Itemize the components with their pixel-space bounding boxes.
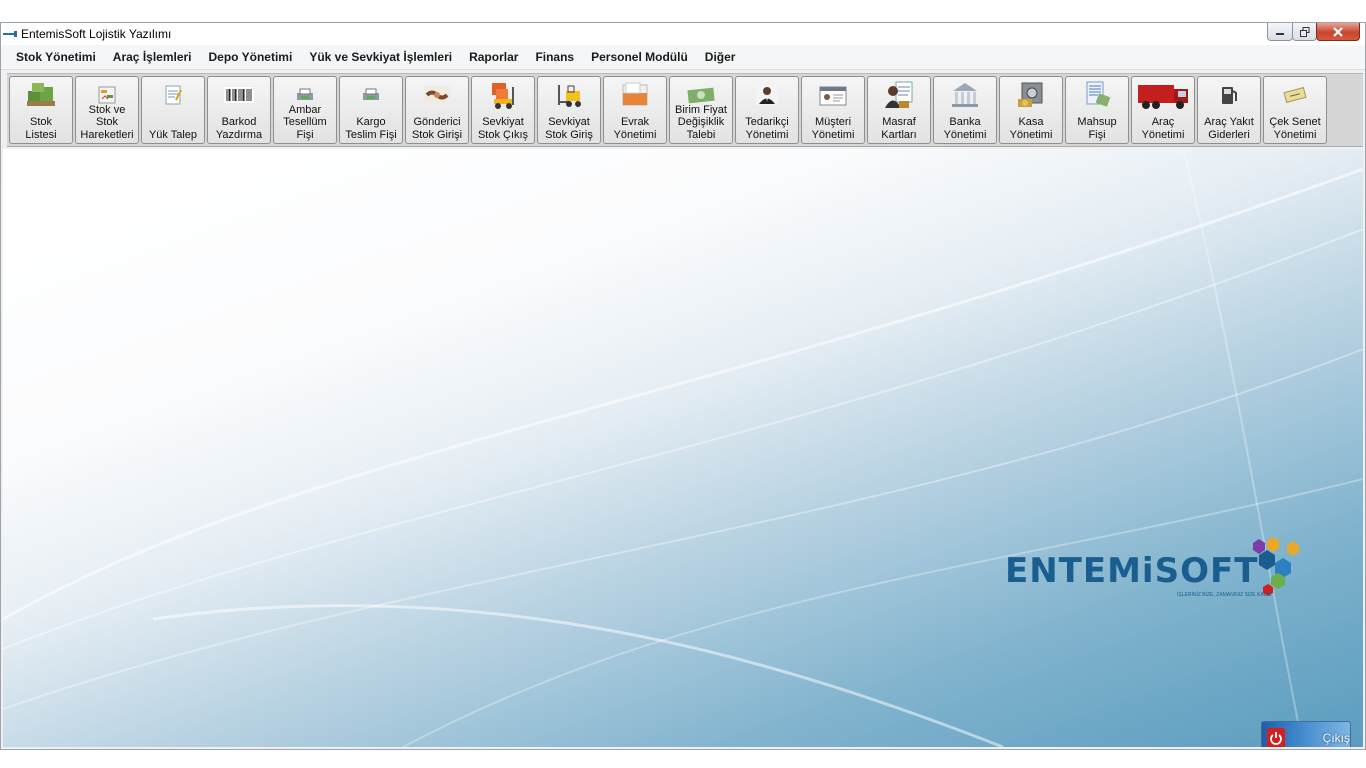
minimize-icon	[1276, 32, 1284, 35]
tedarikci-yonetimi-button[interactable]: Tedarikçi Yönetimi	[735, 76, 799, 144]
gonderici-stok-girisi-button[interactable]: Gönderici Stok Girişi	[405, 76, 469, 144]
toolbar-label: Banka Yönetimi	[943, 116, 987, 141]
masraf-kartlari-button[interactable]: Masraf Kartları	[867, 76, 931, 144]
voucher-icon	[1082, 79, 1112, 111]
toolbar-label: Sevkiyat Stok Giriş	[545, 116, 593, 141]
menu-arac-islemleri[interactable]: Araç İşlemleri	[105, 50, 201, 64]
truck-icon	[1134, 79, 1192, 111]
kasa-yonetimi-button[interactable]: Kasa Yönetimi	[999, 76, 1063, 144]
fuel-pump-icon	[1219, 79, 1239, 111]
main-content-area: ENTEMiSOFT İŞLERİNİZ BİZE, ZAMANINIZ SİZ…	[3, 149, 1363, 747]
menu-finans[interactable]: Finans	[527, 50, 583, 64]
menu-personel-modulu[interactable]: Personel Modülü	[583, 50, 697, 64]
menu-bar: Stok Yönetimi Araç İşlemleri Depo Yöneti…	[1, 45, 1365, 70]
barkod-yazdirma-button[interactable]: Barkod Yazdırma	[207, 76, 271, 144]
printer-icon	[362, 79, 380, 111]
supplier-icon	[756, 79, 778, 111]
document-icon	[620, 79, 650, 111]
menu-yuk-sevkiyat[interactable]: Yük ve Sevkiyat İşlemleri	[301, 50, 461, 64]
boxes-icon	[26, 79, 56, 111]
close-icon	[1333, 26, 1343, 37]
main-window: EntemisSoft Lojistik Yazılımı Stok Yönet…	[0, 22, 1366, 750]
kargo-teslim-fisi-button[interactable]: Kargo Teslim Fişi	[339, 76, 403, 144]
toolbar-label: Kasa Yönetimi	[1009, 116, 1053, 141]
exit-label: Çıkış	[1322, 731, 1350, 745]
logo-tagline: İŞLERİNİZ BİZE, ZAMANINIZ SİZE KALIR	[1177, 592, 1272, 598]
request-note-icon	[162, 79, 184, 111]
toolbar-label: Araç Yönetimi	[1141, 116, 1185, 141]
window-controls	[1267, 23, 1360, 41]
menu-diger[interactable]: Diğer	[697, 50, 745, 64]
restore-icon	[1299, 26, 1309, 37]
toolbar-label: Stok ve Stok Hareketleri	[80, 103, 134, 141]
arac-yonetimi-button[interactable]: Araç Yönetimi	[1131, 76, 1195, 144]
exit-button[interactable]: Çıkış	[1261, 721, 1351, 747]
forklift-boxes-icon	[488, 79, 518, 111]
company-logo: ENTEMiSOFT İŞLERİNİZ BİZE, ZAMANINIZ SİZ…	[1005, 537, 1305, 611]
sevkiyat-stok-giris-button[interactable]: Sevkiyat Stok Giriş	[537, 76, 601, 144]
minimize-button[interactable]	[1267, 23, 1293, 41]
window-title: EntemisSoft Lojistik Yazılımı	[21, 27, 172, 41]
toolbar-label: Yük Talep	[148, 128, 198, 141]
musteri-yonetimi-button[interactable]: Müşteri Yönetimi	[801, 76, 865, 144]
close-button[interactable]	[1316, 23, 1360, 41]
menu-raporlar[interactable]: Raporlar	[461, 50, 527, 64]
toolbar-label: Tedarikçi Yönetimi	[745, 116, 789, 141]
toolbar-label: Kargo Teslim Fişi	[345, 116, 397, 141]
toolbar-label: Ambar Tesellüm Fişi	[283, 103, 327, 141]
mahsup-fisi-button[interactable]: Mahsup Fişi	[1065, 76, 1129, 144]
toolbar-label: Evrak Yönetimi	[613, 116, 657, 141]
background-waves	[3, 149, 1363, 747]
arac-yakit-giderleri-button[interactable]: Araç Yakıt Giderleri	[1197, 76, 1261, 144]
bank-icon	[950, 79, 980, 111]
logo-text: ENTEMiSOFT	[1005, 551, 1259, 591]
toolbar: Stok Listesi Stok ve Stok Hareketleri Yü…	[7, 73, 1363, 147]
yuk-talep-button[interactable]: Yük Talep	[141, 76, 205, 144]
banka-yonetimi-button[interactable]: Banka Yönetimi	[933, 76, 997, 144]
power-icon	[1267, 728, 1285, 747]
expense-card-icon	[884, 79, 914, 111]
toolbar-label: Sevkiyat Stok Çıkış	[477, 116, 529, 141]
menu-stok-yonetimi[interactable]: Stok Yönetimi	[8, 50, 105, 64]
safe-icon	[1016, 79, 1046, 111]
handshake-icon	[424, 79, 450, 111]
cek-senet-yonetimi-button[interactable]: Çek Senet Yönetimi	[1263, 76, 1327, 144]
app-icon	[3, 31, 17, 37]
stok-listesi-button[interactable]: Stok Listesi	[9, 76, 73, 144]
toolbar-label: Stok Listesi	[25, 116, 57, 141]
sevkiyat-stok-cikis-button[interactable]: Sevkiyat Stok Çıkış	[471, 76, 535, 144]
restore-button[interactable]	[1292, 23, 1317, 41]
barcode-icon	[224, 79, 254, 111]
title-bar: EntemisSoft Lojistik Yazılımı	[1, 23, 1365, 45]
stok-hareketleri-button[interactable]: Stok ve Stok Hareketleri	[75, 76, 139, 144]
toolbar-label: Araç Yakıt Giderleri	[1204, 116, 1254, 141]
toolbar-label: Birim Fiyat Değişiklik Talebi	[675, 103, 727, 141]
toolbar-label: Barkod Yazdırma	[215, 116, 263, 141]
cheque-icon	[1283, 79, 1307, 111]
birim-fiyat-button[interactable]: Birim Fiyat Değişiklik Talebi	[669, 76, 733, 144]
forklift-icon	[554, 79, 584, 111]
customer-card-icon	[819, 79, 847, 111]
menu-depo-yonetimi[interactable]: Depo Yönetimi	[201, 50, 302, 64]
toolbar-label: Gönderici Stok Girişi	[411, 116, 463, 141]
ambar-tesellum-fisi-button[interactable]: Ambar Tesellüm Fişi	[273, 76, 337, 144]
toolbar-label: Müşteri Yönetimi	[811, 116, 855, 141]
toolbar-label: Mahsup Fişi	[1077, 116, 1117, 141]
toolbar-label: Çek Senet Yönetimi	[1269, 116, 1321, 141]
toolbar-label: Masraf Kartları	[881, 116, 917, 141]
evrak-yonetimi-button[interactable]: Evrak Yönetimi	[603, 76, 667, 144]
